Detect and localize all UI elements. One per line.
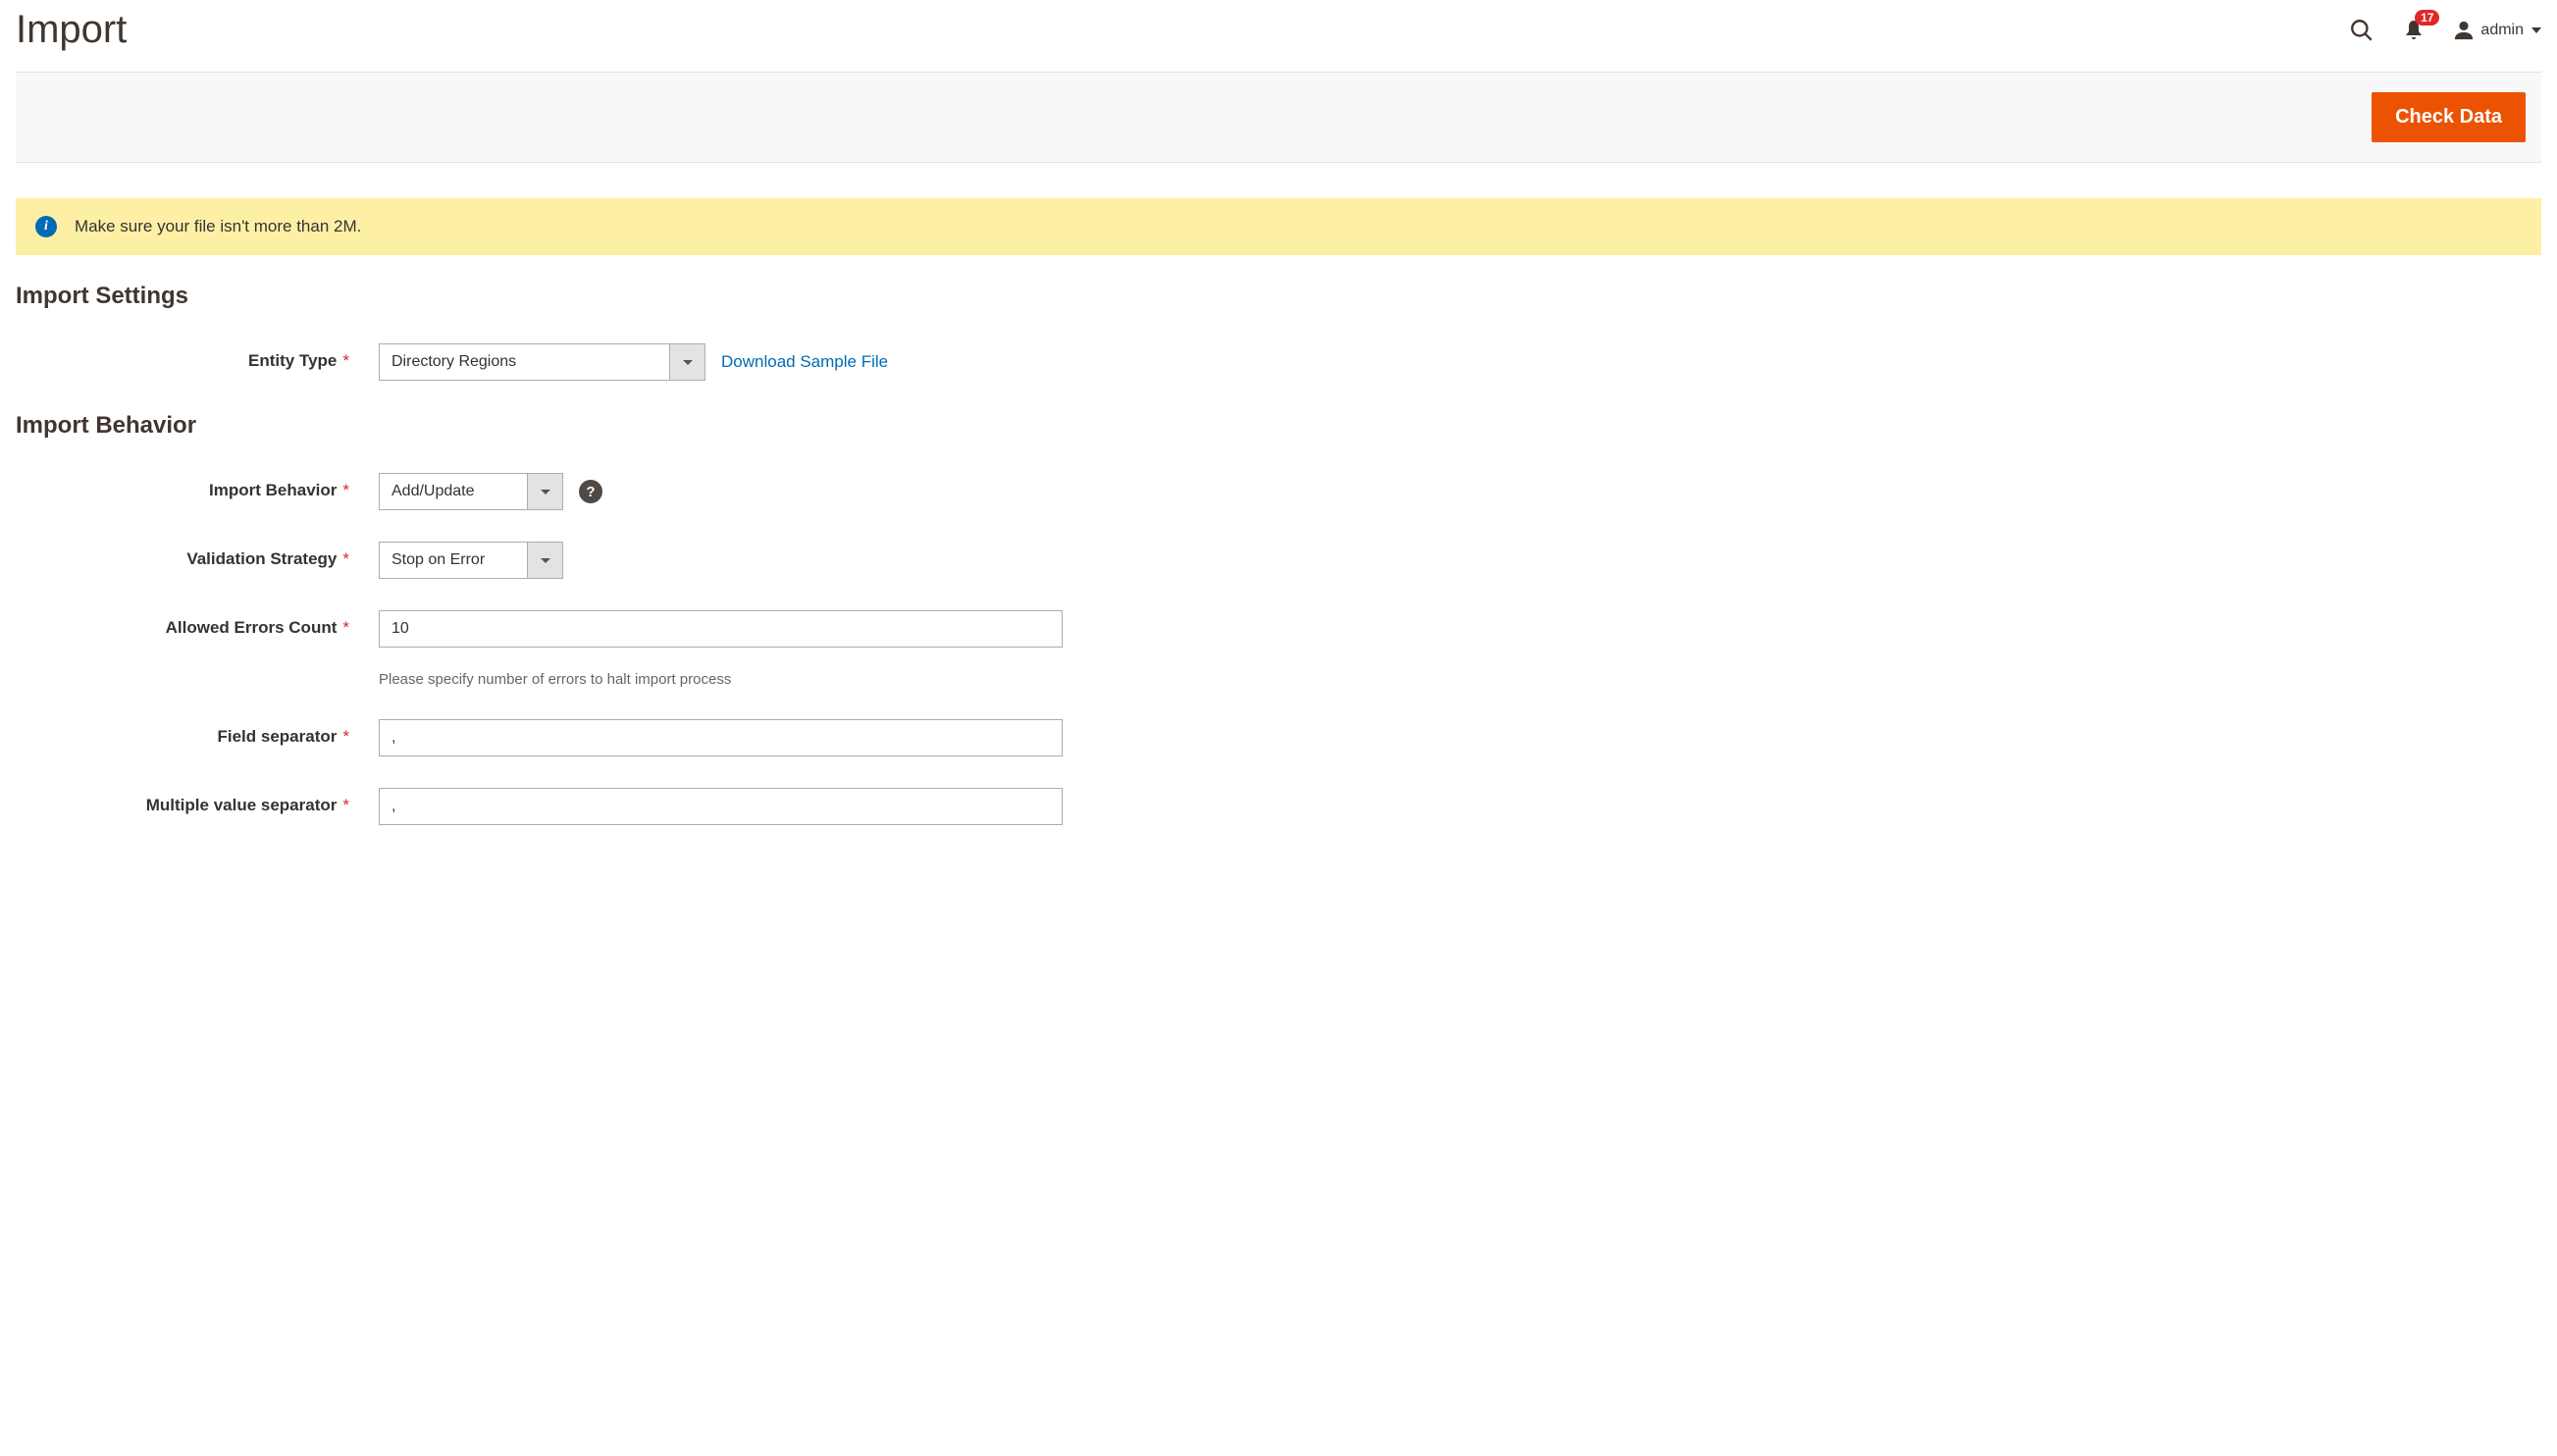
multi-value-separator-input[interactable] (379, 788, 1063, 825)
entity-type-select[interactable]: Directory Regions (379, 343, 705, 381)
validation-strategy-select[interactable]: Stop on Error (379, 542, 563, 579)
allowed-errors-label: Allowed Errors Count* (16, 610, 379, 638)
notification-badge: 17 (2415, 10, 2439, 26)
page-title: Import (16, 8, 127, 52)
field-separator-input[interactable] (379, 719, 1063, 756)
username-label: admin (2480, 22, 2524, 39)
allowed-errors-input[interactable] (379, 610, 1063, 648)
allowed-errors-note: Please specify number of errors to halt … (379, 671, 1063, 688)
field-separator-label: Field separator* (16, 719, 379, 747)
validation-strategy-label: Validation Strategy* (16, 542, 379, 569)
import-behavior-select[interactable]: Add/Update (379, 473, 563, 510)
help-icon[interactable]: ? (579, 480, 602, 503)
field-multi-value-separator: Multiple value separator* (16, 788, 2541, 825)
page-header: Import 17 admin (16, 0, 2541, 72)
download-sample-link[interactable]: Download Sample File (721, 352, 888, 372)
check-data-button[interactable]: Check Data (2372, 92, 2526, 142)
field-validation-strategy: Validation Strategy* Stop on Error (16, 542, 2541, 579)
user-icon (2453, 20, 2475, 41)
field-import-behavior: Import Behavior* Add/Update ? (16, 473, 2541, 510)
search-icon[interactable] (2349, 18, 2374, 43)
action-bar: Check Data (16, 72, 2541, 163)
chevron-down-icon (527, 474, 562, 509)
multi-value-separator-label: Multiple value separator* (16, 788, 379, 815)
chevron-down-icon (2531, 27, 2541, 33)
user-menu[interactable]: admin (2453, 20, 2541, 41)
field-field-separator: Field separator* (16, 719, 2541, 756)
section-title-import-settings: Import Settings (16, 283, 2541, 316)
field-entity-type: Entity Type* Directory Regions Download … (16, 343, 2541, 381)
notifications-icon[interactable]: 17 (2402, 18, 2426, 43)
import-behavior-label: Import Behavior* (16, 473, 379, 500)
field-allowed-errors: Allowed Errors Count* Please specify num… (16, 610, 2541, 688)
section-title-import-behavior: Import Behavior (16, 412, 2541, 445)
info-message: i Make sure your file isn't more than 2M… (16, 198, 2541, 255)
header-actions: 17 admin (2349, 18, 2541, 43)
info-icon: i (35, 216, 57, 237)
chevron-down-icon (669, 344, 704, 380)
entity-type-label: Entity Type* (16, 343, 379, 371)
info-message-text: Make sure your file isn't more than 2M. (75, 217, 361, 236)
chevron-down-icon (527, 543, 562, 578)
